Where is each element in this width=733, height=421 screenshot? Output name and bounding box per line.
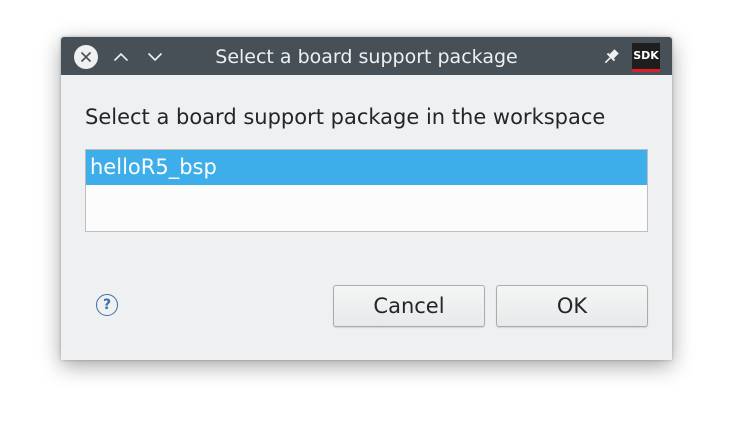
- chevron-down-icon: [147, 52, 163, 62]
- keep-above-button[interactable]: [110, 46, 132, 68]
- help-icon: ?: [102, 297, 112, 313]
- dialog-window: Select a board support package SDK Selec…: [61, 37, 672, 360]
- app-icon: SDK: [632, 43, 660, 72]
- ok-button[interactable]: OK: [496, 285, 648, 327]
- list-item-hellor5-bsp[interactable]: helloR5_bsp: [86, 150, 647, 185]
- keep-below-button[interactable]: [144, 46, 166, 68]
- window-title: Select a board support package: [215, 46, 518, 68]
- help-button[interactable]: ?: [96, 294, 118, 316]
- chevron-up-icon: [113, 52, 129, 62]
- bsp-list[interactable]: helloR5_bsp: [85, 149, 648, 232]
- close-button[interactable]: [74, 45, 98, 69]
- title-bar[interactable]: Select a board support package SDK: [61, 37, 672, 75]
- cancel-button[interactable]: Cancel: [333, 285, 485, 327]
- pin-icon: [604, 49, 619, 64]
- prompt-label: Select a board support package in the wo…: [85, 105, 606, 129]
- close-icon: [80, 51, 92, 63]
- pin-button[interactable]: [601, 47, 621, 67]
